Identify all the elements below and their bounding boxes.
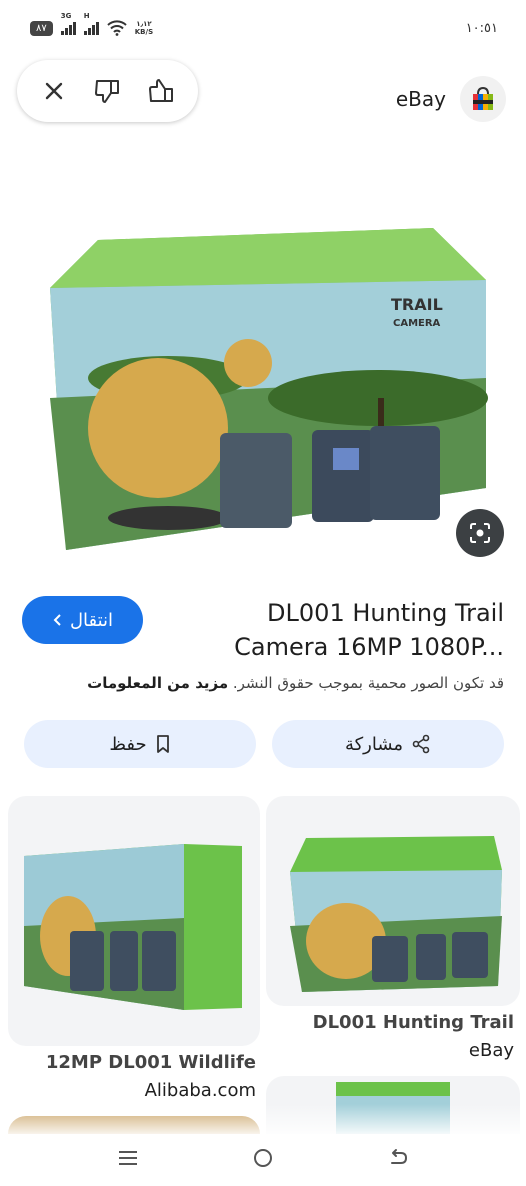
chevron-left-icon (53, 614, 61, 626)
product-title[interactable]: DL001 Hunting Trail Camera 16MP 1080P... (174, 596, 504, 664)
save-label: حفظ (109, 733, 147, 755)
signal-h-icon: H (83, 12, 99, 35)
network-speed: ١٫١٢ KB/S (135, 20, 153, 36)
status-bar: ٨٧ 3G H ١٫١٢ KB/S ١٠:٥١ (0, 0, 526, 56)
network-speed-value: ١٫١٢ (136, 20, 152, 28)
home-icon[interactable] (252, 1147, 274, 1173)
visit-button[interactable]: انتقال (22, 596, 143, 644)
system-nav-bar (0, 1134, 526, 1186)
related-card-2[interactable] (266, 796, 520, 1006)
wifi-icon (107, 20, 127, 36)
main-product-image[interactable]: TRAIL CAMERA (48, 228, 488, 558)
share-label: مشاركة (344, 733, 404, 755)
share-button[interactable]: مشاركة (272, 720, 504, 768)
more-info-link[interactable]: مزيد من المعلومات (87, 674, 228, 692)
signal-h-label: H (83, 12, 90, 20)
box-brand-line2: CAMERA (393, 318, 441, 329)
related-title-1[interactable]: 12MP DL001 Wildlife (8, 1052, 256, 1073)
lens-icon[interactable] (456, 509, 504, 557)
signal-3g-label: 3G (60, 12, 72, 20)
save-button[interactable]: حفظ (24, 720, 256, 768)
copyright-notice: قد تكون الصور محمية بموجب حقوق النشر. مز… (24, 674, 504, 692)
signal-3g-icon: 3G (60, 12, 76, 35)
source-name[interactable]: eBay (396, 87, 446, 111)
close-icon[interactable] (34, 71, 74, 111)
copyright-text: قد تكون الصور محمية بموجب حقوق النشر. (232, 674, 504, 692)
visit-label: انتقال (69, 609, 114, 631)
network-speed-unit: KB/S (134, 28, 154, 36)
status-icons: ٨٧ 3G H ١٫١٢ KB/S (30, 12, 153, 36)
bottom-fade (0, 1104, 526, 1138)
back-icon[interactable] (387, 1148, 409, 1172)
related-source-1[interactable]: Alibaba.com (8, 1080, 256, 1101)
box-brand-line1: TRAIL (391, 295, 443, 314)
clock: ١٠:٥١ (465, 20, 498, 36)
feedback-bar (17, 60, 198, 122)
source-header[interactable]: eBay (396, 76, 506, 122)
related-source-2[interactable]: eBay (264, 1040, 514, 1061)
bookmark-icon (156, 735, 169, 753)
related-title-2[interactable]: DL001 Hunting Trail (264, 1012, 514, 1033)
thumbs-down-icon[interactable] (87, 71, 127, 111)
battery-indicator: ٨٧ (30, 20, 53, 36)
related-card-1[interactable] (8, 796, 260, 1046)
menu-icon[interactable] (117, 1149, 139, 1171)
thumbs-up-icon[interactable] (141, 71, 181, 111)
shopping-bag-icon (460, 76, 506, 122)
share-icon (412, 734, 430, 754)
